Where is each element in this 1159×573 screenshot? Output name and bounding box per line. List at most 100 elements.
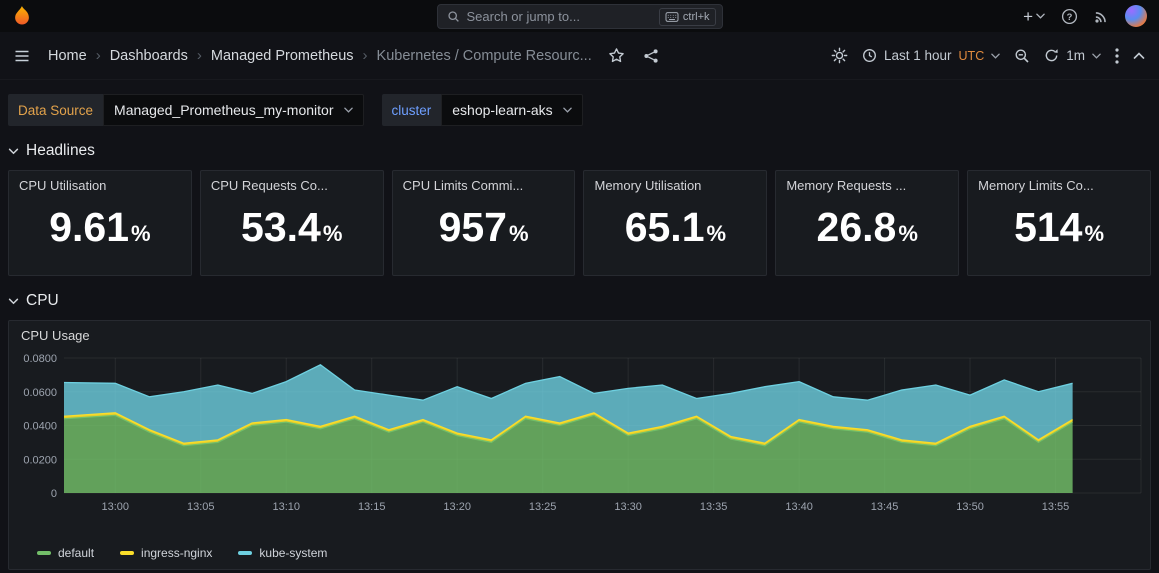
- breadcrumb-managed-prometheus[interactable]: Managed Prometheus: [211, 48, 354, 64]
- cluster-variable-label: cluster: [382, 94, 442, 126]
- plus-icon: +: [1023, 8, 1033, 25]
- stat-value: 65.1%: [584, 193, 766, 265]
- stat-unit: %: [707, 221, 727, 247]
- panel-title: CPU Usage: [9, 321, 1150, 346]
- y-tick-label: 0.0800: [23, 353, 57, 365]
- x-tick-label: 13:15: [358, 501, 386, 513]
- stat-unit: %: [509, 221, 529, 247]
- datasource-variable: Data Source Managed_Prometheus_my-monito…: [8, 94, 364, 126]
- stat-value: 9.61%: [9, 193, 191, 265]
- stat-title: Memory Requests ...: [776, 171, 958, 193]
- global-search[interactable]: ctrl+k: [437, 4, 723, 29]
- cluster-variable-value: eshop-learn-aks: [452, 102, 552, 118]
- grafana-logo[interactable]: [12, 5, 32, 27]
- search-icon: [447, 10, 460, 23]
- stat-panel-cpu-requests[interactable]: CPU Requests Co... 53.4%: [200, 170, 384, 276]
- dashboard-actions: [608, 47, 659, 64]
- x-tick-label: 13:40: [785, 501, 813, 513]
- menu-icon[interactable]: [14, 48, 30, 64]
- stat-number: 514: [1014, 207, 1082, 248]
- zoom-out-button[interactable]: [1014, 48, 1030, 64]
- headlines-stats-row: CPU Utilisation 9.61% CPU Requests Co...…: [0, 170, 1159, 276]
- settings-button[interactable]: [831, 47, 848, 64]
- keyboard-icon: [665, 12, 679, 22]
- stat-unit: %: [131, 221, 151, 247]
- stat-value: 514%: [968, 193, 1150, 265]
- legend-item-default[interactable]: default: [37, 546, 94, 560]
- stat-title: CPU Limits Commi...: [393, 171, 575, 193]
- stat-title: CPU Utilisation: [9, 171, 191, 193]
- y-tick-label: 0.0600: [23, 387, 57, 399]
- toolbar-right: Last 1 hour UTC 1m: [831, 47, 1145, 64]
- section-headlines-toggle[interactable]: Headlines: [0, 126, 1159, 170]
- section-headlines-title: Headlines: [26, 142, 95, 160]
- zoom-out-icon: [1014, 48, 1030, 64]
- help-icon[interactable]: ?: [1061, 8, 1078, 25]
- stat-panel-memory-limits[interactable]: Memory Limits Co... 514%: [967, 170, 1151, 276]
- collapse-toolbar-chevron-up-icon[interactable]: [1133, 52, 1145, 60]
- x-tick-label: 13:45: [871, 501, 899, 513]
- search-shortcut-label: ctrl+k: [683, 11, 710, 23]
- section-cpu-title: CPU: [26, 292, 59, 310]
- stat-panel-memory-utilisation[interactable]: Memory Utilisation 65.1%: [583, 170, 767, 276]
- user-avatar[interactable]: [1125, 5, 1147, 27]
- kebab-menu-icon[interactable]: [1115, 48, 1119, 64]
- caret-down-icon: [991, 53, 1000, 59]
- datasource-variable-select[interactable]: Managed_Prometheus_my-monitor: [103, 94, 363, 126]
- search-input[interactable]: [467, 9, 652, 24]
- x-tick-label: 13:00: [102, 501, 130, 513]
- legend-swatch: [238, 551, 252, 555]
- stat-panel-cpu-limits[interactable]: CPU Limits Commi... 957%: [392, 170, 576, 276]
- legend-swatch: [37, 551, 51, 555]
- search-shortcut-chip: ctrl+k: [659, 8, 716, 26]
- legend-swatch: [120, 551, 134, 555]
- x-tick-label: 13:50: [956, 501, 984, 513]
- stat-number: 9.61: [49, 207, 129, 248]
- x-tick-label: 13:20: [443, 501, 471, 513]
- breadcrumb-current: Kubernetes / Compute Resourc...: [377, 48, 592, 64]
- y-tick-label: 0.0200: [23, 454, 57, 466]
- refresh-icon: [1044, 48, 1059, 63]
- share-icon[interactable]: [643, 48, 659, 64]
- caret-down-icon: [344, 107, 353, 113]
- chevron-right-separator: ›: [96, 47, 101, 64]
- legend-label: ingress-nginx: [141, 546, 212, 560]
- stat-panel-memory-requests[interactable]: Memory Requests ... 26.8%: [775, 170, 959, 276]
- cluster-variable-select[interactable]: eshop-learn-aks: [441, 94, 582, 126]
- stat-value: 26.8%: [776, 193, 958, 265]
- stat-unit: %: [1084, 221, 1104, 247]
- stat-number: 65.1: [625, 207, 705, 248]
- section-cpu-toggle[interactable]: CPU: [0, 276, 1159, 320]
- gear-icon: [831, 47, 848, 64]
- caret-down-icon: [563, 107, 572, 113]
- cpu-usage-chart[interactable]: 13:0013:0513:1013:1513:2013:2513:3013:35…: [10, 346, 1149, 542]
- news-icon[interactable]: [1094, 9, 1109, 24]
- new-menu-button[interactable]: +: [1023, 8, 1045, 25]
- refresh-picker[interactable]: 1m: [1044, 48, 1101, 63]
- x-tick-label: 13:25: [529, 501, 557, 513]
- y-tick-label: 0: [51, 488, 57, 500]
- star-icon[interactable]: [608, 47, 625, 64]
- legend-label: kube-system: [259, 546, 327, 560]
- datasource-variable-label: Data Source: [8, 94, 103, 126]
- legend-item-kube-system[interactable]: kube-system: [238, 546, 327, 560]
- x-tick-label: 13:35: [700, 501, 728, 513]
- stat-title: CPU Requests Co...: [201, 171, 383, 193]
- svg-text:?: ?: [1067, 11, 1073, 22]
- breadcrumb: Home › Dashboards › Managed Prometheus ›…: [48, 47, 592, 64]
- stat-value: 53.4%: [201, 193, 383, 265]
- x-tick-label: 13:05: [187, 501, 215, 513]
- caret-down-icon: [1092, 53, 1101, 59]
- template-variables-row: Data Source Managed_Prometheus_my-monito…: [0, 80, 1159, 126]
- legend-item-ingress-nginx[interactable]: ingress-nginx: [120, 546, 212, 560]
- top-actions: + ?: [1023, 5, 1147, 27]
- stat-number: 957: [439, 207, 507, 248]
- chart-legend: default ingress-nginx kube-system: [9, 542, 1150, 560]
- top-chrome-bar: ctrl+k + ?: [0, 0, 1159, 32]
- stat-number: 53.4: [241, 207, 321, 248]
- stat-value: 957%: [393, 193, 575, 265]
- breadcrumb-dashboards[interactable]: Dashboards: [110, 48, 188, 64]
- stat-panel-cpu-utilisation[interactable]: CPU Utilisation 9.61%: [8, 170, 192, 276]
- breadcrumb-home[interactable]: Home: [48, 48, 87, 64]
- time-range-picker[interactable]: Last 1 hour UTC: [862, 48, 1000, 63]
